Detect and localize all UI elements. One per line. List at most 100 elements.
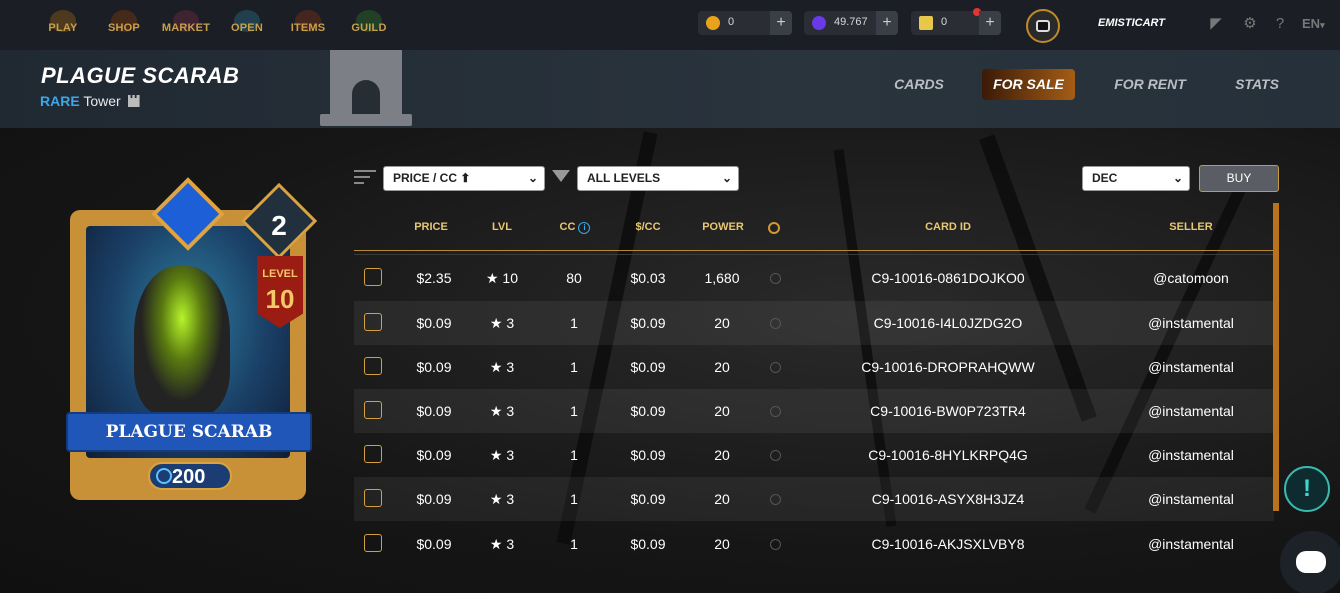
header-divider xyxy=(354,250,1274,251)
language-select[interactable]: EN▾ xyxy=(1302,16,1325,31)
row-checkbox[interactable] xyxy=(364,268,382,286)
col-seller[interactable]: SELLER xyxy=(1160,221,1222,233)
row-seller[interactable]: @instamental xyxy=(1128,359,1254,375)
rarity-label: RARE xyxy=(40,93,80,109)
clock-icon[interactable] xyxy=(768,222,780,234)
row-power: 20 xyxy=(714,536,730,552)
row-per-cc: $0.09 xyxy=(630,359,666,375)
row-seller[interactable]: @catomoon xyxy=(1128,270,1254,286)
row-seller[interactable]: @instamental xyxy=(1128,536,1254,552)
tab-stats[interactable]: STATS xyxy=(1224,69,1290,100)
table-row[interactable]: $2.35 ★ 10 80 $0.03 1,680 C9-10016-0861D… xyxy=(354,256,1274,300)
currency-order-value: DEC xyxy=(1092,171,1118,185)
avatar[interactable] xyxy=(1026,9,1060,43)
row-card-id[interactable]: C9-10016-ASYX8H3JZ4 xyxy=(828,491,1068,507)
chevron-down-icon: ⌄ xyxy=(721,171,732,185)
table-row[interactable]: $0.09 ★ 3 1 $0.09 20 C9-10016-AKJSXLVBY8… xyxy=(354,522,1274,566)
nav-shop[interactable]: SHOP xyxy=(94,8,154,44)
row-seller[interactable]: @instamental xyxy=(1128,315,1254,331)
power-value: 200 xyxy=(172,466,206,488)
row-price: $0.09 xyxy=(416,447,452,463)
row-checkbox[interactable] xyxy=(364,534,382,552)
tower-emblem-icon xyxy=(320,50,412,128)
table-row[interactable]: $0.09 ★ 3 1 $0.09 20 C9-10016-I4L0JZDG2O… xyxy=(354,301,1274,345)
chat-bubble-icon xyxy=(1296,551,1326,573)
table-row[interactable]: $0.09 ★ 3 1 $0.09 20 C9-10016-BW0P723TR4… xyxy=(354,389,1274,433)
nav-play[interactable]: PLAY xyxy=(33,8,93,44)
table-row[interactable]: $0.09 ★ 3 1 $0.09 20 C9-10016-ASYX8H3JZ4… xyxy=(354,477,1274,521)
sort-select[interactable]: PRICE / CC ⬆ ⌄ xyxy=(383,166,545,191)
nav-items-label: ITEMS xyxy=(290,22,326,34)
row-checkbox[interactable] xyxy=(364,357,382,375)
clock-icon xyxy=(770,494,781,505)
help-icon[interactable]: ? xyxy=(1270,14,1290,34)
row-price: $0.09 xyxy=(416,491,452,507)
nav-market[interactable]: MARKET xyxy=(156,8,216,44)
tab-cards[interactable]: CARDS xyxy=(881,69,957,100)
col-lvl[interactable]: LVL xyxy=(484,221,520,233)
row-checkbox[interactable] xyxy=(364,401,382,419)
clock-icon xyxy=(770,273,781,284)
row-lvl: ★ 3 xyxy=(489,536,515,552)
tab-for-rent[interactable]: FOR RENT xyxy=(1104,69,1196,100)
sort-icon[interactable] xyxy=(354,168,376,186)
table-row[interactable]: $0.09 ★ 3 1 $0.09 20 C9-10016-DROPRAHQWW… xyxy=(354,345,1274,389)
dec-value: 49.767 xyxy=(834,16,868,28)
add-credits-button[interactable]: + xyxy=(770,11,792,35)
row-lvl: ★ 3 xyxy=(489,403,515,419)
add-dec-button[interactable]: + xyxy=(876,11,898,35)
buy-button[interactable]: BUY xyxy=(1199,165,1279,192)
table-scrollbar[interactable] xyxy=(1273,203,1279,511)
nav-guild-label: GUILD xyxy=(351,22,387,34)
speaker-icon[interactable]: ◤ xyxy=(1206,14,1226,34)
row-seller[interactable]: @instamental xyxy=(1128,491,1254,507)
col-power[interactable]: POWER xyxy=(698,221,748,233)
chat-button[interactable] xyxy=(1280,531,1340,593)
row-seller[interactable]: @instamental xyxy=(1128,403,1254,419)
row-price: $0.09 xyxy=(416,315,452,331)
nav-shop-label: SHOP xyxy=(108,22,140,34)
row-price: $0.09 xyxy=(416,403,452,419)
support-button[interactable]: ! xyxy=(1284,466,1330,512)
level-filter-select[interactable]: ALL LEVELS ⌄ xyxy=(577,166,739,191)
nav-open-label: OPEN xyxy=(231,22,263,34)
row-card-id[interactable]: C9-10016-DROPRAHQWW xyxy=(828,359,1068,375)
currency-credits: 0 + xyxy=(698,11,792,35)
table-row[interactable]: $0.09 ★ 3 1 $0.09 20 C9-10016-8HYLKRPQ4G… xyxy=(354,433,1274,477)
card-name: PLAGUE SCARAB xyxy=(105,422,273,442)
row-card-id[interactable]: C9-10016-8HYLKRPQ4G xyxy=(828,447,1068,463)
row-checkbox[interactable] xyxy=(364,445,382,463)
tab-for-sale[interactable]: FOR SALE xyxy=(982,69,1075,100)
col-card-id[interactable]: CARD ID xyxy=(908,221,988,233)
nav-open[interactable]: OPEN xyxy=(217,8,277,44)
col-price[interactable]: PRICE xyxy=(406,221,456,233)
monster-figure xyxy=(134,266,230,416)
row-card-id[interactable]: C9-10016-I4L0JZDG2O xyxy=(828,315,1068,331)
gear-icon[interactable]: ⚙ xyxy=(1240,14,1260,34)
row-card-id[interactable]: C9-10016-0861DOJKO0 xyxy=(828,270,1068,286)
row-card-id[interactable]: C9-10016-BW0P723TR4 xyxy=(828,403,1068,419)
currency-tickets: 0 + xyxy=(911,8,1001,35)
row-price: $0.09 xyxy=(416,359,452,375)
row-checkbox[interactable] xyxy=(364,489,382,507)
row-seller[interactable]: @instamental xyxy=(1128,447,1254,463)
ticket-icon xyxy=(919,16,933,30)
col-per-cc[interactable]: $/CC xyxy=(626,221,670,233)
row-cc: 1 xyxy=(570,359,578,375)
add-tickets-button[interactable]: + xyxy=(979,11,1001,35)
currency-order-select[interactable]: DEC ⌄ xyxy=(1082,166,1190,191)
nav-market-label: MARKET xyxy=(161,22,211,34)
row-power: 20 xyxy=(714,491,730,507)
col-cc[interactable]: CC i xyxy=(552,221,598,234)
nav-guild[interactable]: GUILD xyxy=(339,8,399,44)
row-cc: 1 xyxy=(570,447,578,463)
row-card-id[interactable]: C9-10016-AKJSXLVBY8 xyxy=(828,536,1068,552)
filter-icon[interactable] xyxy=(552,170,570,182)
info-icon[interactable]: i xyxy=(578,222,591,234)
nav-items[interactable]: ITEMS xyxy=(278,8,338,44)
level-word: LEVEL xyxy=(262,268,298,280)
level-number: 10 xyxy=(265,284,295,314)
username[interactable]: EMISTICART xyxy=(1098,17,1165,29)
row-checkbox[interactable] xyxy=(364,313,382,331)
row-per-cc: $0.09 xyxy=(630,315,666,331)
